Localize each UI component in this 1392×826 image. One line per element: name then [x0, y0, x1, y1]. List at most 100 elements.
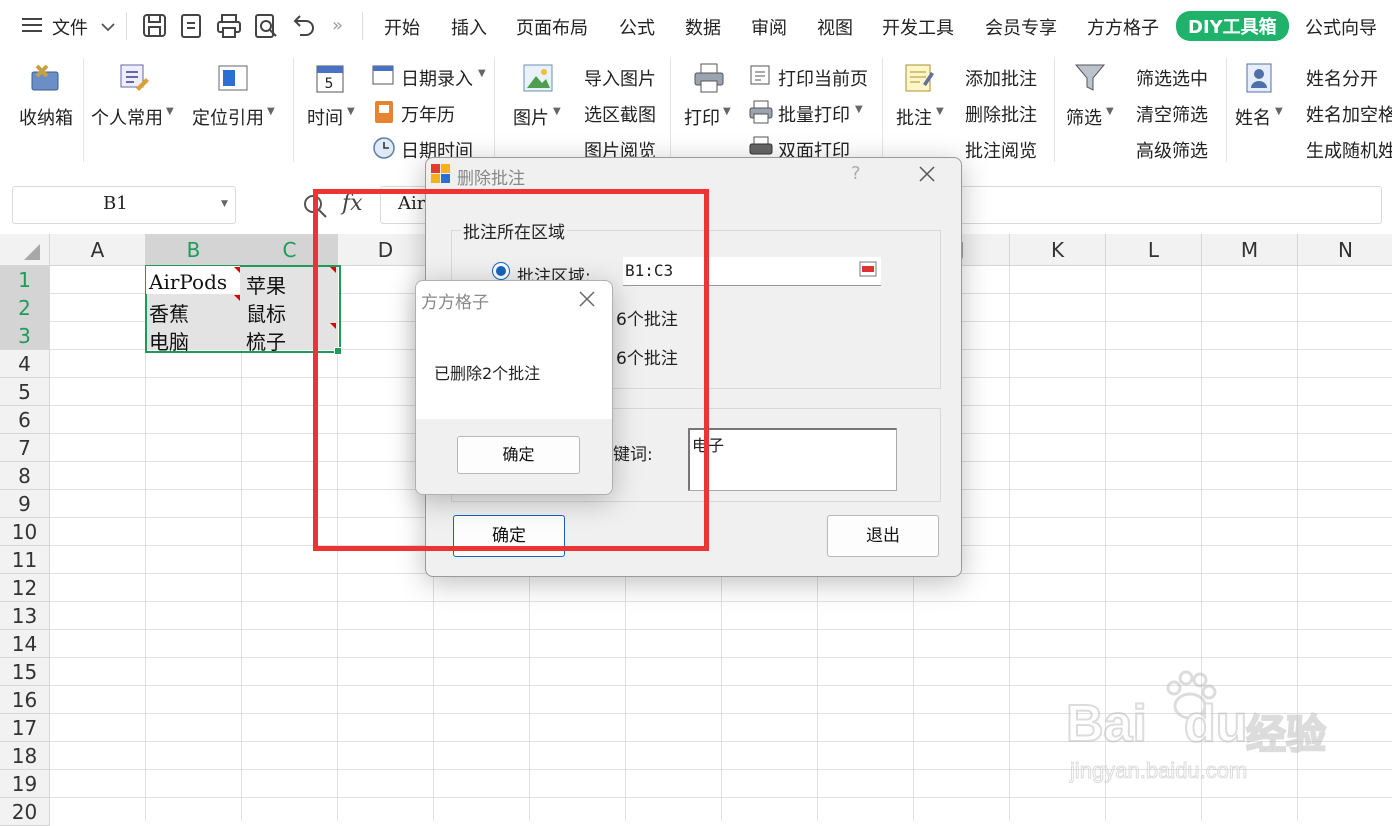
image-button[interactable]: 图片 — [513, 104, 549, 130]
undo-icon[interactable] — [290, 13, 316, 44]
row-header-15[interactable]: 15 — [0, 658, 50, 686]
delete-comment-button[interactable]: 删除批注 — [965, 101, 1037, 127]
image-icon[interactable] — [522, 62, 553, 92]
row-header-13[interactable]: 13 — [0, 602, 50, 630]
row-header-2[interactable]: 2 — [0, 294, 50, 322]
row-header-3[interactable]: 3 — [0, 322, 50, 350]
comment-button[interactable]: 批注 — [896, 104, 932, 130]
column-header-l[interactable]: L — [1106, 234, 1202, 266]
tab-fangfang[interactable]: 方方格子 — [1087, 14, 1159, 40]
filter-button[interactable]: 筛选 — [1066, 104, 1102, 130]
clock-icon[interactable] — [372, 136, 396, 165]
row-header-6[interactable]: 6 — [0, 406, 50, 434]
area-screenshot-button[interactable]: 选区截图 — [584, 101, 656, 127]
calendar-button[interactable]: 万年历 — [401, 101, 455, 127]
print-current-icon[interactable] — [749, 64, 773, 91]
name-button[interactable]: 姓名 — [1235, 104, 1271, 130]
comment-marker[interactable] — [234, 295, 240, 301]
random-name-button[interactable]: 生成随机姓 — [1306, 137, 1392, 163]
row-header-9[interactable]: 9 — [0, 490, 50, 518]
calendar-date-icon[interactable]: 5 — [315, 62, 345, 93]
time-button[interactable]: 时间 — [307, 104, 343, 130]
file-menu[interactable]: 文件 — [52, 14, 88, 40]
add-comment-button[interactable]: 添加批注 — [965, 65, 1037, 91]
print-button[interactable]: 打印 — [684, 104, 720, 130]
tab-member[interactable]: 会员专享 — [985, 14, 1057, 40]
column-header-b[interactable]: B — [146, 234, 242, 266]
row-header-7[interactable]: 7 — [0, 434, 50, 462]
print-preview-icon[interactable] — [253, 13, 279, 44]
locate-ref-button[interactable]: 定位引用 — [192, 104, 264, 130]
tab-data[interactable]: 数据 — [685, 14, 721, 40]
cell-c3[interactable]: 梳子 — [246, 326, 286, 355]
column-header-m[interactable]: M — [1202, 234, 1298, 266]
filter-icon[interactable] — [1074, 62, 1106, 92]
row-header-5[interactable]: 5 — [0, 378, 50, 406]
row-header-12[interactable]: 12 — [0, 574, 50, 602]
row-header-4[interactable]: 4 — [0, 350, 50, 378]
column-header-n[interactable]: N — [1298, 234, 1392, 266]
cell-c2[interactable]: 鼠标 — [246, 298, 286, 327]
name-split-button[interactable]: 姓名分开 — [1306, 65, 1378, 91]
column-header-a[interactable]: A — [50, 234, 146, 266]
row-header-19[interactable]: 19 — [0, 770, 50, 798]
advanced-filter-button[interactable]: 高级筛选 — [1136, 137, 1208, 163]
date-entry-icon[interactable] — [372, 64, 396, 91]
cell-b2[interactable]: 香蕉 — [149, 298, 189, 327]
tab-developer[interactable]: 开发工具 — [882, 14, 954, 40]
cell-c1[interactable]: 苹果 — [246, 270, 286, 299]
export-pdf-icon[interactable] — [179, 13, 205, 44]
cell-b3[interactable]: 电脑 — [149, 326, 189, 355]
help-icon[interactable]: ? — [851, 163, 861, 184]
date-entry-button[interactable]: 日期录入 — [401, 65, 473, 91]
column-header-k[interactable]: K — [1010, 234, 1106, 266]
import-image-button[interactable]: 导入图片 — [584, 65, 656, 91]
chevron-down-icon[interactable] — [100, 18, 116, 39]
print-current-button[interactable]: 打印当前页 — [778, 65, 868, 91]
name-space-button[interactable]: 姓名加空格 — [1306, 101, 1392, 127]
close-icon[interactable] — [917, 164, 937, 189]
dropdown-arrow-icon[interactable]: ▼ — [221, 199, 228, 209]
filter-selected-button[interactable]: 筛选选中 — [1136, 65, 1208, 91]
exit-button[interactable]: 退出 — [827, 515, 939, 557]
locate-ref-icon[interactable] — [217, 62, 248, 92]
name-box[interactable]: B1 ▼ — [12, 186, 236, 224]
comment-marker[interactable] — [234, 267, 240, 273]
row-header-17[interactable]: 17 — [0, 714, 50, 742]
sheet-corner[interactable] — [0, 234, 50, 266]
comment-browse-button[interactable]: 批注阅览 — [965, 137, 1037, 163]
personal-icon[interactable] — [118, 62, 149, 92]
save-icon[interactable] — [142, 13, 168, 44]
tab-insert[interactable]: 插入 — [451, 14, 487, 40]
row-header-14[interactable]: 14 — [0, 630, 50, 658]
row-header-18[interactable]: 18 — [0, 742, 50, 770]
clear-filter-button[interactable]: 清空筛选 — [1136, 101, 1208, 127]
personal-button[interactable]: 个人常用 — [91, 104, 163, 130]
storage-button[interactable]: 收纳箱 — [19, 104, 73, 130]
range-picker-icon[interactable] — [859, 261, 877, 282]
row-header-10[interactable]: 10 — [0, 518, 50, 546]
calendar-book-icon[interactable] — [372, 100, 396, 129]
name-card-icon[interactable] — [1244, 62, 1274, 93]
more-icon[interactable]: » — [332, 15, 343, 36]
comment-icon[interactable] — [903, 62, 934, 92]
batch-print-icon[interactable] — [749, 100, 773, 129]
message-ok-button[interactable]: 确定 — [457, 436, 580, 474]
row-header-8[interactable]: 8 — [0, 462, 50, 490]
toolbox-icon[interactable] — [29, 62, 59, 92]
tab-diy-toolbox[interactable]: DIY工具箱 — [1176, 11, 1289, 41]
row-header-20[interactable]: 20 — [0, 798, 50, 826]
print-icon[interactable] — [216, 13, 242, 44]
tab-review[interactable]: 审阅 — [751, 14, 787, 40]
close-icon[interactable] — [577, 289, 597, 314]
cell-b1[interactable]: AirPods — [149, 270, 227, 294]
tab-formulas[interactable]: 公式 — [619, 14, 655, 40]
row-header-16[interactable]: 16 — [0, 686, 50, 714]
hamburger-icon[interactable] — [22, 16, 44, 34]
row-header-1[interactable]: 1 — [0, 266, 50, 294]
tab-formula-wizard[interactable]: 公式向导 — [1305, 14, 1377, 40]
keyword-input[interactable]: 电子 — [688, 428, 897, 491]
batch-print-button[interactable]: 批量打印 — [778, 101, 850, 127]
tab-view[interactable]: 视图 — [817, 14, 853, 40]
printer-icon[interactable] — [693, 62, 724, 93]
